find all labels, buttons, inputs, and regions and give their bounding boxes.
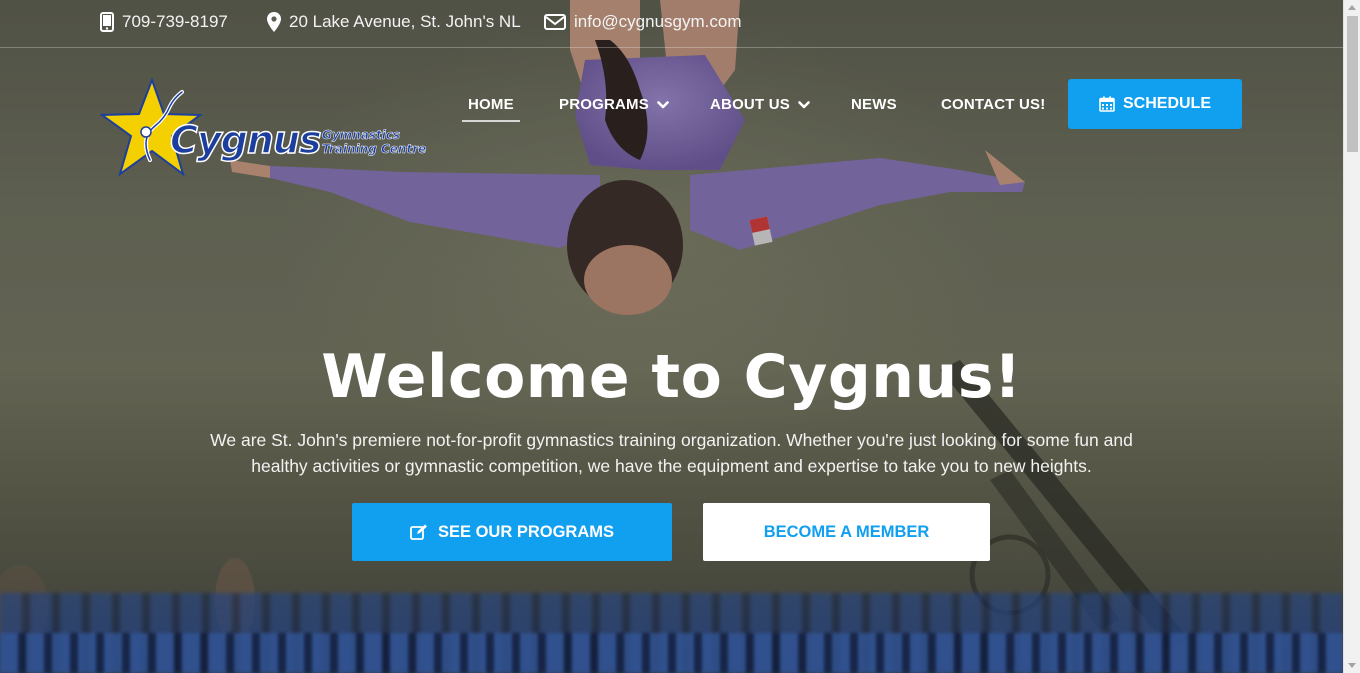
phone-contact[interactable]: 709-739-8197 <box>100 12 228 32</box>
nav-item-home[interactable]: HOME <box>462 96 520 122</box>
nav-item-label: ABOUT US <box>710 96 790 113</box>
contact-bar: 709-739-8197 20 Lake Avenue, St. John's … <box>0 0 1343 48</box>
scrollbar-thumb[interactable] <box>1347 16 1358 152</box>
envelope-icon <box>544 14 566 30</box>
nav-item-news[interactable]: NEWS <box>851 96 897 113</box>
scroll-down-arrow-icon[interactable] <box>1348 663 1356 668</box>
nav-item-contact-us[interactable]: CONTACT US! <box>941 96 1045 113</box>
nav-item-label: HOME <box>468 96 514 113</box>
become-a-member-label: BECOME A MEMBER <box>763 522 930 541</box>
nav-item-label: NEWS <box>851 96 897 113</box>
logo-tagline-2: Training Centre <box>322 142 427 157</box>
email-contact[interactable]: info@cygnusgym.com <box>544 12 742 32</box>
see-our-programs-button[interactable]: SEE OUR PROGRAMS <box>352 503 672 561</box>
email-address: info@cygnusgym.com <box>574 12 742 31</box>
chevron-down-icon <box>657 100 669 108</box>
logo-tagline-1: Gymnastics <box>322 128 401 143</box>
nav-item-label: CONTACT US! <box>941 96 1046 113</box>
hero-description-line-1: We are St. John's premiere not-for-profi… <box>210 430 1133 450</box>
hero-description: We are St. John's premiere not-for-profi… <box>200 427 1143 479</box>
hero-description-line-2: healthy activities or gymnastic competit… <box>251 456 1092 476</box>
arena-seats-front <box>0 633 1343 673</box>
chevron-down-icon <box>798 100 810 108</box>
cygnus-logo[interactable]: Cygnus Gymnastics Training Centre <box>99 77 430 182</box>
become-a-member-button[interactable]: BECOME A MEMBER <box>703 503 990 561</box>
logo-wordmark: Cygnus <box>169 117 322 163</box>
see-our-programs-label: SEE OUR PROGRAMS <box>437 522 615 541</box>
address-text: 20 Lake Avenue, St. John's NL <box>289 12 521 31</box>
schedule-button[interactable]: SCHEDULE <box>1068 79 1242 129</box>
schedule-label: SCHEDULE <box>1122 95 1211 112</box>
page-scrollbar[interactable] <box>1343 0 1360 673</box>
nav-item-about-us[interactable]: ABOUT US <box>710 96 810 113</box>
edit-icon <box>410 524 427 540</box>
map-pin-icon <box>267 12 281 32</box>
nav-item-programs[interactable]: PROGRAMS <box>559 96 669 113</box>
scroll-up-arrow-icon[interactable] <box>1348 5 1356 10</box>
address-contact[interactable]: 20 Lake Avenue, St. John's NL <box>267 12 521 32</box>
calendar-icon <box>1099 96 1115 112</box>
mobile-phone-icon <box>100 12 114 32</box>
nav-item-label: PROGRAMS <box>559 96 649 113</box>
phone-number: 709-739-8197 <box>122 12 228 31</box>
hero-title: Welcome to Cygnus! <box>321 342 1022 412</box>
